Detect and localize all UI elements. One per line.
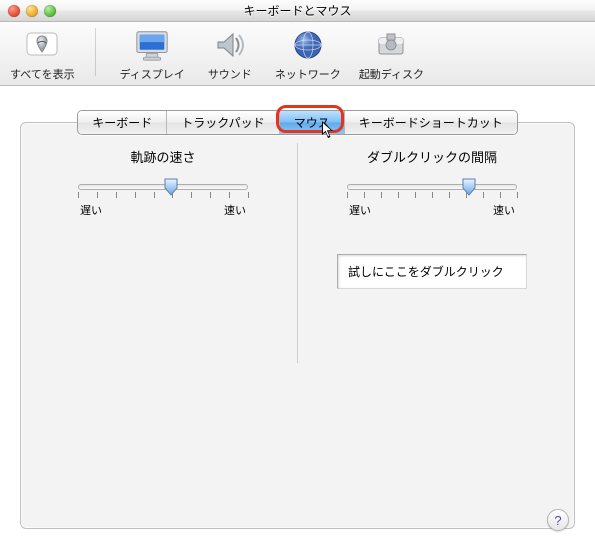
help-button[interactable]: ?	[547, 509, 569, 531]
slider-slow-label: 遅い	[80, 202, 102, 218]
show-all-label: すべてを表示	[10, 66, 75, 82]
tab-mouse[interactable]: マウス	[280, 111, 345, 134]
toolbar-item-network[interactable]: ネットワーク	[275, 28, 341, 82]
minimize-button[interactable]	[26, 5, 38, 17]
network-icon	[290, 28, 326, 62]
slider-fast-label: 速い	[493, 202, 515, 218]
toolbar-item-label: ディスプレイ	[120, 66, 185, 82]
startup-disk-icon	[373, 28, 409, 62]
double-click-test-area[interactable]: 試しにここをダブルクリック	[337, 254, 527, 289]
toolbar: すべてを表示 ディスプレイ サウンド	[0, 22, 595, 86]
toolbar-item-label: ネットワーク	[275, 66, 341, 82]
toolbar-separator	[95, 28, 96, 76]
toolbar-item-label: 起動ディスク	[359, 66, 424, 82]
settings-panel: 軌跡の速さ 遅い 速い ダブルクリックの間隔	[20, 122, 575, 529]
tab-trackpad[interactable]: トラックパッド	[167, 111, 279, 134]
close-button[interactable]	[8, 5, 20, 17]
tab-bar: キーボード トラックパッド マウス キーボードショートカット	[0, 110, 595, 135]
tracking-speed-title: 軌跡の速さ	[130, 147, 195, 166]
display-icon	[134, 28, 170, 62]
double-click-slider[interactable]: 遅い 速い	[347, 184, 517, 218]
content-area: キーボード トラックパッド マウス キーボードショートカット 軌跡の速さ	[0, 86, 595, 557]
toolbar-item-startup-disk[interactable]: 起動ディスク	[359, 28, 424, 82]
show-all-icon	[24, 28, 60, 62]
zoom-button[interactable]	[44, 5, 56, 17]
tracking-speed-group: 軌跡の速さ 遅い 速い	[35, 137, 291, 514]
vertical-separator	[297, 143, 298, 363]
double-click-group: ダブルクリックの間隔 遅い 速い 試しにここをダブルクリック	[304, 137, 560, 514]
double-click-title: ダブルクリックの間隔	[367, 147, 497, 166]
tab-shortcuts[interactable]: キーボードショートカット	[345, 111, 517, 134]
tracking-speed-slider[interactable]: 遅い 速い	[78, 184, 248, 218]
traffic-lights	[8, 5, 56, 17]
tab-keyboard[interactable]: キーボード	[78, 111, 167, 134]
toolbar-item-sound[interactable]: サウンド	[203, 28, 257, 82]
segmented-control: キーボード トラックパッド マウス キーボードショートカット	[77, 110, 517, 135]
window-title: キーボードとマウス	[243, 2, 351, 19]
toolbar-item-label: サウンド	[208, 66, 252, 82]
show-all-button[interactable]: すべてを表示	[10, 28, 75, 82]
slider-slow-label: 遅い	[349, 202, 371, 218]
sound-icon	[212, 28, 248, 62]
slider-fast-label: 速い	[224, 202, 246, 218]
toolbar-item-display[interactable]: ディスプレイ	[120, 28, 185, 82]
window-titlebar: キーボードとマウス	[0, 0, 595, 22]
